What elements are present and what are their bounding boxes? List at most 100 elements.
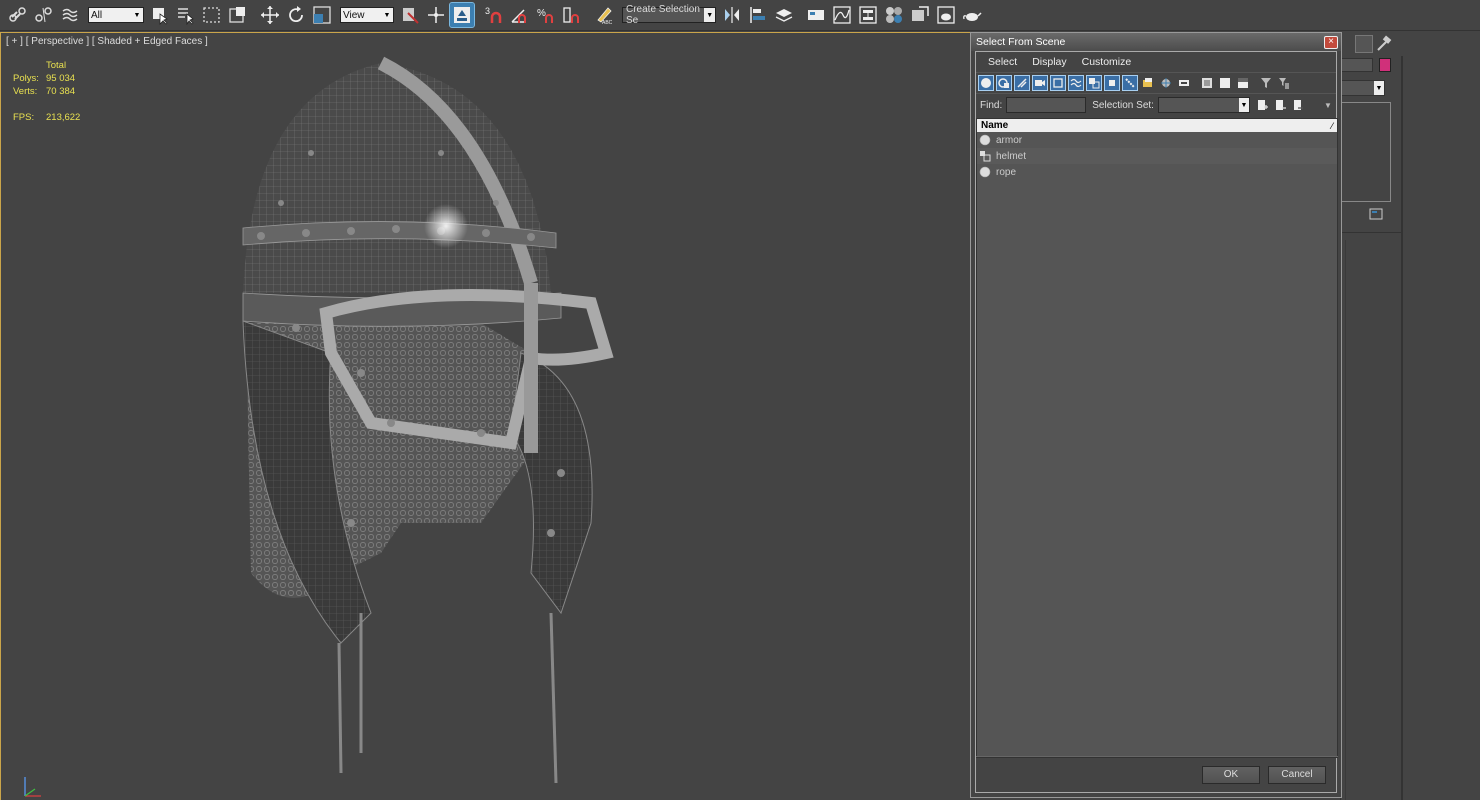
stats-verts-label: Verts: (13, 86, 38, 97)
select-all-button[interactable] (1199, 75, 1215, 91)
select-and-manipulate-button[interactable] (424, 3, 448, 27)
selection-filter-dropdown[interactable]: All ▼ (88, 7, 144, 23)
viewport-label-menu[interactable]: [ + ] [ Perspective ] [ Shaded + Edged F… (6, 36, 208, 47)
perspective-viewport[interactable]: [ + ] [ Perspective ] [ Shaded + Edged F… (0, 32, 970, 800)
keyboard-shortcut-override-button[interactable] (449, 2, 475, 28)
doc-plus-icon (1275, 100, 1286, 110)
ribbon-icon (808, 10, 824, 20)
named-selection-placeholder: Create Selection Se (626, 4, 700, 26)
object-type-rollout (1341, 102, 1391, 202)
display-bones-toggle[interactable] (1122, 75, 1138, 91)
display-groups-toggle[interactable] (1086, 75, 1102, 91)
remove-from-selection-set-button[interactable] (1290, 97, 1306, 113)
material-editor-button[interactable] (882, 3, 906, 27)
menu-customize[interactable]: Customize (1082, 56, 1132, 68)
magnet-snap-icon: 3 (485, 6, 502, 23)
select-and-move-button[interactable] (258, 3, 282, 27)
list-item-helmet[interactable]: helmet (977, 148, 1337, 164)
select-by-name-button[interactable] (174, 3, 198, 27)
select-and-rotate-button[interactable] (284, 3, 308, 27)
select-object-button[interactable] (148, 3, 172, 27)
close-icon[interactable]: × (1324, 35, 1338, 49)
display-space-warps-toggle[interactable] (1068, 75, 1084, 91)
display-cameras-toggle[interactable] (1032, 75, 1048, 91)
schematic-view-button[interactable] (856, 3, 880, 27)
unlink-selection-button[interactable] (32, 3, 56, 27)
main-toolbar: All ▼ View ▼ 3 % ABC Create Selection Se… (0, 0, 1480, 31)
keyboard-override-icon (454, 7, 470, 23)
display-frozen-toggle[interactable] (1158, 75, 1174, 91)
select-invert-button[interactable] (1235, 75, 1251, 91)
name-column-label: Name (981, 120, 1009, 131)
snaps-toggle-button[interactable]: 3 (482, 3, 506, 27)
angle-snap-button[interactable] (508, 3, 532, 27)
axis-tripod-icon (24, 777, 41, 797)
display-xrefs-toggle[interactable] (1104, 75, 1120, 91)
menu-display[interactable]: Display (1032, 56, 1066, 68)
select-none-button[interactable] (1217, 75, 1233, 91)
container-icon (1143, 78, 1152, 87)
helmet-wireframe-model[interactable] (231, 53, 631, 793)
select-and-link-button[interactable] (6, 3, 30, 27)
edit-named-selection-button[interactable]: ABC (592, 3, 616, 27)
list-cursor-icon (178, 8, 194, 25)
filter-button[interactable] (1258, 75, 1274, 91)
find-input[interactable] (1006, 97, 1087, 113)
select-and-scale-button[interactable] (310, 3, 334, 27)
rectangular-selection-button[interactable] (200, 3, 224, 27)
window-crossing-button[interactable] (226, 3, 250, 27)
stats-polys-label: Polys: (13, 73, 39, 84)
reference-coordinate-dropdown[interactable]: View ▼ (340, 7, 394, 23)
create-selection-set-button[interactable] (1254, 97, 1270, 113)
use-pivot-center-button[interactable] (398, 3, 422, 27)
dialog-title-bar[interactable]: Select From Scene × (971, 33, 1341, 51)
list-item-armor[interactable]: armor (977, 132, 1337, 148)
configure-modifier-sets-icon[interactable] (1369, 208, 1385, 222)
move-icon (261, 6, 279, 24)
filter-list-button[interactable] (1276, 75, 1292, 91)
rendered-frame-window-button[interactable] (934, 3, 958, 27)
expand-triangle-icon[interactable]: ▼ (1324, 101, 1332, 110)
cancel-button[interactable]: Cancel (1268, 765, 1326, 784)
menu-select[interactable]: Select (988, 56, 1017, 68)
name-column-header[interactable]: Name ⁄ (977, 119, 1337, 132)
percent-snap-icon: % (537, 8, 553, 23)
percent-snap-button[interactable]: % (534, 3, 558, 27)
spinner-snap-button[interactable] (560, 3, 584, 27)
object-color-swatch[interactable] (1379, 58, 1391, 72)
selection-set-dropdown[interactable]: ▼ (1157, 97, 1250, 113)
mirror-button[interactable] (720, 3, 744, 27)
display-hidden-toggle[interactable] (1176, 75, 1192, 91)
chevron-down-icon: ▼ (704, 8, 715, 22)
display-lights-toggle[interactable] (1014, 75, 1030, 91)
display-helpers-toggle[interactable] (1050, 75, 1066, 91)
dialog-title: Select From Scene (976, 36, 1066, 48)
teapot-frame-icon (937, 6, 955, 24)
render-setup-button[interactable] (908, 3, 932, 27)
toggle-ribbon-button[interactable] (804, 3, 828, 27)
manage-layers-button[interactable] (772, 3, 796, 27)
align-button[interactable] (746, 3, 770, 27)
funnel-icon (1261, 78, 1271, 88)
curve-editor-button[interactable] (830, 3, 854, 27)
group-icon (1089, 78, 1100, 89)
utilities-hammer-icon[interactable] (1375, 35, 1393, 53)
display-shapes-toggle[interactable] (996, 75, 1012, 91)
geometry-sphere-icon (979, 134, 991, 146)
display-tab-icon[interactable] (1355, 35, 1373, 53)
display-containers-toggle[interactable] (1140, 75, 1156, 91)
render-production-button[interactable] (960, 3, 984, 27)
window-crossing-icon (229, 7, 245, 23)
list-item-rope[interactable]: rope (977, 164, 1337, 180)
geometry-sphere-icon (981, 78, 991, 88)
add-to-selection-set-button[interactable] (1272, 97, 1288, 113)
object-name-field[interactable] (1341, 58, 1373, 72)
chevron-down-icon: ▼ (383, 11, 391, 19)
ok-button[interactable]: OK (1202, 765, 1260, 784)
helper-icon (1053, 78, 1063, 88)
bind-space-warp-button[interactable] (58, 3, 82, 27)
category-dropdown[interactable]: ▼ (1341, 80, 1385, 96)
dialog-body: Select Display Customize Find: Selection… (975, 51, 1338, 793)
display-geometry-toggle[interactable] (978, 75, 994, 91)
named-selection-set-field[interactable]: Create Selection Se ▼ (622, 4, 716, 26)
